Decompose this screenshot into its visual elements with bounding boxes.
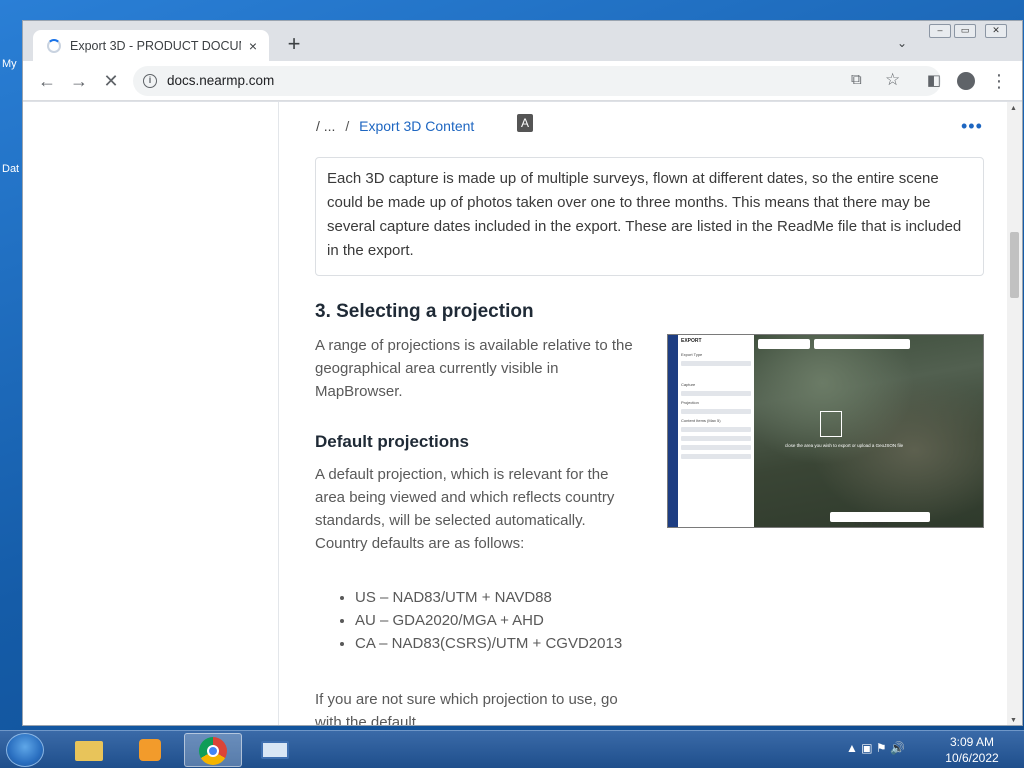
more-options-icon[interactable]: ••• xyxy=(961,116,983,137)
list-item: AU – GDA2020/MGA + AHD xyxy=(355,609,625,632)
breadcrumb: / ... / Export 3D Content xyxy=(316,118,474,134)
breadcrumb-current[interactable]: Export 3D Content xyxy=(359,118,474,134)
browser-toolbar: ← → ✕ i docs.nearmp.com ⧉ ☆ ◧ ⋮ xyxy=(23,61,1022,101)
article-content: / ... / Export 3D Content A ••• Each 3D … xyxy=(281,102,1009,726)
tab-strip: Export 3D - PRODUCT DOCUMEN × + ⌄ – ▭ ✕ xyxy=(23,21,1022,61)
bookmark-star-icon[interactable]: ☆ xyxy=(885,70,900,90)
app-taskbar-icon[interactable] xyxy=(246,733,304,767)
defaults-list: US – NAD83/UTM + NAVD88 AU – GDA2020/MGA… xyxy=(315,586,625,655)
figure-panel-row xyxy=(681,409,751,414)
figure-panel-row xyxy=(681,436,751,441)
figure-nav-rail xyxy=(668,335,678,527)
figure-map-hint: close the area you wish to export or upl… xyxy=(784,443,904,448)
start-button[interactable] xyxy=(6,733,44,767)
side-panel-icon[interactable]: ◧ xyxy=(922,70,946,92)
figure-map-toolbar xyxy=(814,339,910,349)
tab-close-icon[interactable]: × xyxy=(245,38,261,54)
figure-date-label: Tue Mar 23 2021 xyxy=(854,521,889,526)
closing-paragraph: If you are not sure which projection to … xyxy=(315,691,618,726)
figure-panel-label: Export Type xyxy=(681,352,703,357)
minimize-button[interactable]: – xyxy=(929,24,951,38)
browser-window: Export 3D - PRODUCT DOCUMEN × + ⌄ – ▭ ✕ … xyxy=(22,20,1023,726)
explorer-taskbar-icon[interactable] xyxy=(60,733,118,767)
tab-title: Export 3D - PRODUCT DOCUMEN xyxy=(70,38,241,53)
figure-panel-row xyxy=(681,427,751,432)
scroll-up-icon[interactable]: ▲ xyxy=(1010,105,1017,112)
tab-search-chevron-icon[interactable]: ⌄ xyxy=(897,36,907,50)
figure-panel-label: Content Items (Max 5) xyxy=(681,418,721,423)
list-item: CA – NAD83(CSRS)/UTM + CGVD2013 xyxy=(355,632,625,655)
scrollbar-thumb[interactable] xyxy=(1010,232,1019,298)
scroll-down-icon[interactable]: ▼ xyxy=(1010,717,1017,724)
page-scrollbar[interactable]: ▲ ▼ xyxy=(1007,102,1022,725)
stop-loading-icon[interactable]: ✕ xyxy=(99,70,123,92)
clock[interactable]: 3:09 AM 10/6/2022 xyxy=(940,734,1004,766)
list-item: US – NAD83/UTM + NAVD88 xyxy=(355,586,625,609)
clock-time: 3:09 AM xyxy=(949,735,995,749)
figure-panel-label: Projection xyxy=(681,400,699,405)
figure-map-search xyxy=(758,339,810,349)
translate-icon[interactable]: A xyxy=(517,114,533,132)
desktop-icon-label[interactable]: My xyxy=(2,58,22,70)
share-icon[interactable]: ⧉ xyxy=(851,71,862,88)
section-heading: 3. Selecting a projection xyxy=(315,301,534,322)
figure-panel-title: EXPORT xyxy=(681,338,702,344)
figure-selection-box xyxy=(820,411,842,437)
system-tray[interactable]: ▲ ▣ ⚑ 🔊 xyxy=(846,741,905,755)
media-player-taskbar-icon[interactable] xyxy=(122,733,180,767)
docs-sidebar xyxy=(23,102,279,725)
breadcrumb-separator: / xyxy=(345,118,350,134)
close-window-button[interactable]: ✕ xyxy=(985,24,1007,38)
back-arrow-icon[interactable]: ← xyxy=(35,70,59,92)
clock-date: 10/6/2022 xyxy=(945,751,999,765)
maximize-button[interactable]: ▭ xyxy=(954,24,976,38)
loading-spinner-icon xyxy=(47,38,61,53)
figure-panel-row xyxy=(681,445,751,450)
desktop-icon-label[interactable]: Dat xyxy=(2,163,22,175)
figure-export-panel: EXPORT Export Type Capture Projection Co… xyxy=(678,335,754,527)
figure-panel-row xyxy=(681,454,751,459)
page-viewport: / ... / Export 3D Content A ••• Each 3D … xyxy=(23,102,1022,726)
forward-arrow-icon[interactable]: → xyxy=(67,70,91,92)
taskbar: ▲ ▣ ⚑ 🔊 3:09 AM 10/6/2022 xyxy=(0,730,1024,768)
figure-date-chip: Tue Mar 23 2021 xyxy=(830,512,930,526)
subheading: Default projections xyxy=(315,432,469,451)
figure-panel-row xyxy=(681,391,751,396)
address-bar[interactable]: i docs.nearmp.com ⧉ ☆ xyxy=(133,66,941,96)
chrome-taskbar-icon[interactable] xyxy=(184,733,242,767)
url-text[interactable]: docs.nearmp.com xyxy=(167,73,274,88)
default-paragraph: A default projection, which is relevant … xyxy=(315,466,615,552)
figure-aerial-map: close the area you wish to export or upl… xyxy=(754,335,983,527)
browser-tab[interactable]: Export 3D - PRODUCT DOCUMEN × xyxy=(33,30,269,61)
figure-panel-label: Capture xyxy=(681,382,696,387)
export-panel-screenshot[interactable]: EXPORT Export Type Capture Projection Co… xyxy=(667,334,984,528)
breadcrumb-ellipsis[interactable]: / ... xyxy=(316,118,335,134)
site-info-icon[interactable]: i xyxy=(143,74,157,88)
new-tab-button[interactable]: + xyxy=(283,33,305,55)
section-paragraph: A range of projections is available rela… xyxy=(315,337,633,400)
menu-kebab-icon[interactable]: ⋮ xyxy=(987,70,1011,92)
info-callout: Each 3D capture is made up of multiple s… xyxy=(315,157,984,276)
figure-panel-row xyxy=(681,361,751,366)
profile-avatar-icon[interactable] xyxy=(954,70,978,92)
